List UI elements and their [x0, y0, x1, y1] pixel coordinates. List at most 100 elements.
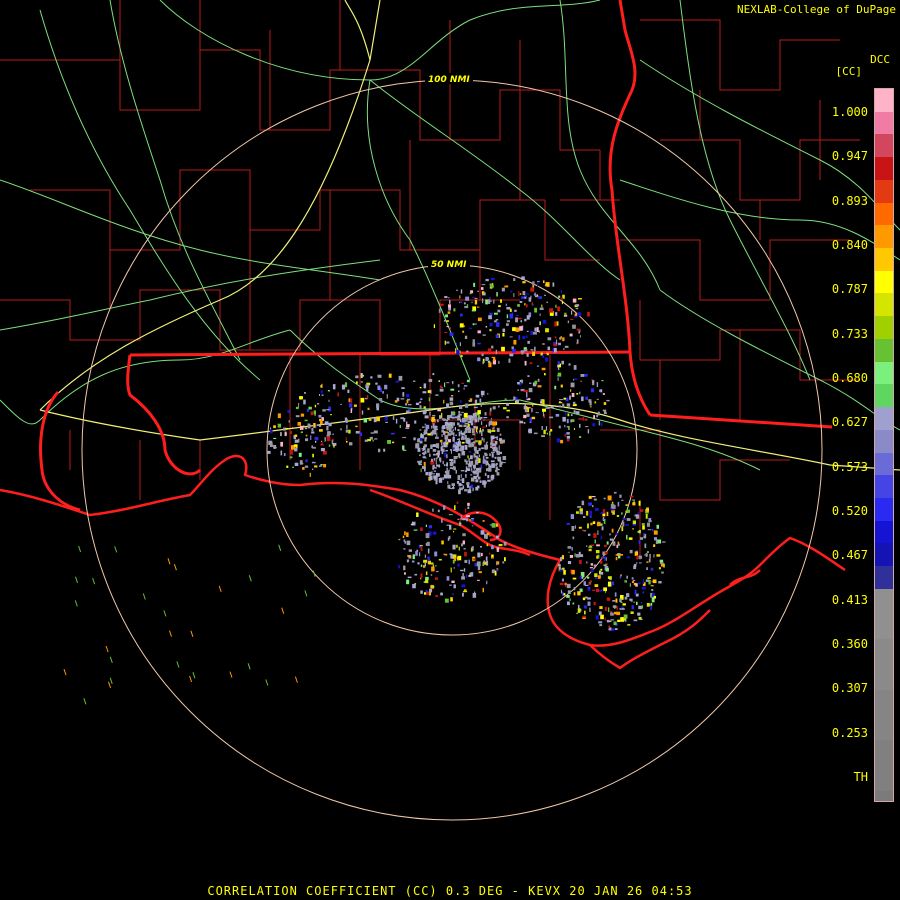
echo-pixel — [526, 315, 530, 320]
echo-pixel — [449, 524, 452, 530]
echo-pixel — [407, 555, 411, 557]
echo-pixel — [290, 431, 292, 435]
echo-pixel — [630, 611, 634, 614]
echo-pixel — [481, 353, 484, 357]
echo-pixel — [583, 516, 586, 518]
echo-pixel — [578, 604, 580, 609]
legend-tick: 0.733 — [831, 326, 868, 341]
echo-pixel — [557, 377, 559, 381]
echo-pixel — [513, 278, 516, 281]
echo-pixel — [428, 397, 431, 402]
echo-pixel — [600, 560, 603, 564]
echo-pixel — [495, 322, 500, 327]
echo-pixel — [636, 555, 639, 560]
echo-pixel — [578, 418, 583, 420]
legend-color-swatch — [875, 225, 893, 249]
echo-pixel — [613, 621, 617, 626]
legend-color-swatch — [875, 134, 893, 158]
echo-pixel — [449, 486, 451, 489]
echo-pixel — [462, 518, 466, 521]
echo-pixel — [534, 432, 538, 435]
echo-pixel — [453, 466, 456, 471]
echo-pixel — [600, 422, 603, 427]
echo-pixel — [457, 441, 461, 443]
echo-pixel — [554, 336, 557, 339]
units-label: [CC] — [835, 65, 863, 78]
echo-pixel — [478, 415, 480, 418]
legend-color-swatch — [875, 588, 893, 640]
echo-pixel — [491, 569, 496, 574]
echo-pixel — [572, 602, 575, 605]
echo-pixel — [490, 300, 492, 302]
echo-pixel — [447, 439, 451, 443]
echo-pixel — [458, 424, 463, 428]
echo-pixel — [449, 327, 451, 331]
legend-tick: 0.520 — [831, 503, 868, 518]
echo-pixel — [580, 374, 585, 377]
echo-pixel — [349, 442, 353, 446]
echo-pixel — [303, 399, 306, 405]
echo-pixel — [456, 481, 460, 484]
echo-pixel — [509, 353, 514, 357]
echo-pixel — [462, 485, 465, 489]
echo-pixel — [550, 405, 554, 408]
echo-pixel — [486, 532, 490, 536]
echo-pixel — [502, 332, 505, 337]
echo-pixel — [573, 401, 576, 405]
echo-pixel — [467, 424, 470, 427]
echo-pixel — [621, 606, 624, 608]
echo-pixel — [419, 401, 422, 403]
echo-pixel — [373, 430, 378, 434]
echo-pixel — [645, 579, 650, 582]
echo-pixel — [324, 421, 329, 425]
echo-pixel — [486, 580, 488, 585]
echo-pixel — [646, 522, 650, 527]
echo-pixel — [526, 397, 529, 399]
echo-pixel — [597, 575, 601, 579]
echo-pixel — [402, 436, 407, 439]
echo-pixel — [450, 567, 452, 573]
echo-pixel — [642, 591, 645, 594]
echo-pixel — [536, 294, 539, 296]
echo-pixel — [495, 463, 497, 467]
echo-pixel — [348, 398, 351, 403]
echo-pixel — [572, 536, 575, 540]
echo-pixel — [301, 462, 304, 465]
echo-pixel — [438, 308, 441, 313]
echo-pixel — [474, 446, 477, 452]
echo-pixel — [435, 428, 438, 430]
echo-pixel — [412, 560, 415, 563]
radar-map: 100 NMI 50 NMI — [0, 0, 900, 900]
echo-pixel — [427, 548, 430, 554]
echo-pixel — [493, 357, 496, 361]
echo-pixel — [539, 307, 544, 310]
echo-pixel — [414, 573, 418, 576]
echo-pixel — [420, 590, 423, 594]
echo-pixel — [438, 380, 440, 382]
echo-pixel — [542, 319, 547, 324]
echo-pixel — [571, 570, 575, 575]
echo-pixel — [464, 559, 468, 563]
echo-pixel — [648, 558, 651, 563]
echo-pixel — [482, 334, 486, 336]
echo-pixel — [463, 325, 465, 328]
echo-pixel — [624, 596, 628, 600]
echo-pixel — [483, 560, 485, 564]
echo-pixel — [619, 598, 622, 603]
echo-pixel — [583, 373, 588, 377]
echo-pixel — [430, 434, 434, 436]
echo-pixel — [489, 453, 491, 456]
echo-pixel — [621, 526, 624, 532]
echo-pixel — [333, 444, 335, 448]
echo-pixel — [462, 540, 465, 545]
echo-pixel — [620, 617, 624, 622]
echo-pixel — [451, 416, 455, 419]
echo-pixel — [482, 426, 486, 428]
echo-pixel — [323, 464, 327, 468]
echo-pixel — [525, 335, 528, 338]
echo-pixel — [586, 510, 589, 516]
echo-pixel — [498, 360, 500, 364]
echo-pixel — [460, 479, 463, 481]
echo-pixel — [560, 439, 564, 444]
echo-pixel — [341, 384, 346, 390]
